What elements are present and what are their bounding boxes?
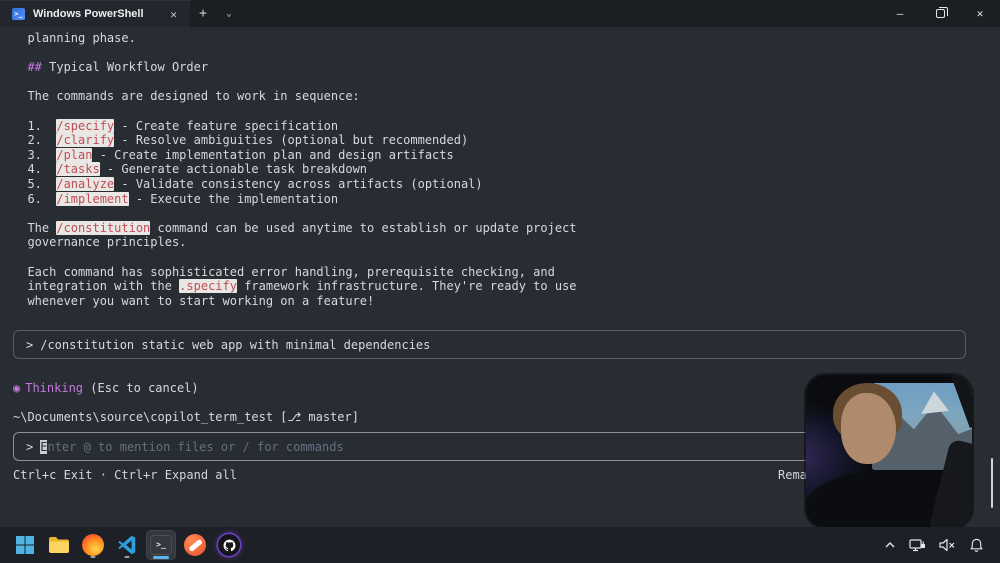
orange-app-button[interactable]	[180, 530, 210, 560]
taskbar: >_	[0, 527, 1000, 563]
terminal-line: 3. /plan - Create implementation plan an…	[13, 148, 577, 163]
scrollbar-thumb[interactable]	[991, 458, 993, 508]
title-bar: >_ Windows PowerShell ✕ + ⌄ — ✕	[0, 0, 1000, 27]
spinner-icon: ◉	[13, 381, 20, 395]
git-branch-label: [⎇ master]	[280, 410, 359, 424]
restore-icon	[936, 9, 945, 18]
github-icon	[218, 534, 240, 556]
terminal-line: The commands are designed to work in seq…	[13, 89, 577, 104]
directory-path: ~\Documents\source\copilot_term_test	[13, 410, 273, 424]
terminal-line: 2. /clarify - Resolve ambiguities (optio…	[13, 133, 577, 148]
terminal-line: governance principles.	[13, 235, 577, 250]
working-directory: ~\Documents\source\copilot_term_test [⎇ m…	[13, 410, 359, 424]
shortcut-hints: Ctrl+c Exit · Ctrl+r Expand all	[13, 468, 237, 482]
folder-icon	[48, 535, 70, 555]
thinking-hint: (Esc to cancel)	[90, 381, 198, 395]
github-desktop-button[interactable]	[214, 530, 244, 560]
powershell-icon: >_	[12, 8, 25, 20]
terminal-line: 5. /analyze - Validate consistency acros…	[13, 177, 577, 192]
firefox-icon	[82, 534, 104, 556]
submitted-command-box: > /constitution static web app with mini…	[13, 330, 966, 359]
slash-mark	[188, 539, 202, 552]
person-face	[841, 393, 896, 463]
firefox-button[interactable]	[78, 530, 108, 560]
file-explorer-button[interactable]	[44, 530, 74, 560]
terminal-line: 1. /specify - Create feature specificati…	[13, 119, 577, 134]
system-tray	[884, 538, 1000, 553]
tab-dropdown-icon[interactable]: ⌄	[216, 0, 242, 27]
snow-cap	[921, 391, 949, 414]
terminal-line: 6. /implement - Execute the implementati…	[13, 192, 577, 207]
restore-button[interactable]	[920, 0, 960, 27]
terminal-line: 4. /tasks - Generate actionable task bre…	[13, 162, 577, 177]
terminal-line	[13, 46, 577, 61]
network-icon[interactable]	[909, 538, 926, 553]
new-tab-button[interactable]: +	[190, 0, 216, 27]
terminal-line: The /constitution command can be used an…	[13, 221, 577, 236]
submitted-command-text: /constitution static web app with minima…	[40, 338, 430, 352]
terminal-line	[13, 250, 577, 265]
tab-windows-powershell[interactable]: >_ Windows PowerShell ✕	[0, 0, 190, 27]
prompt-caret: >	[26, 338, 33, 352]
vscode-icon	[116, 534, 138, 556]
tab-title: Windows PowerShell	[33, 8, 157, 20]
thinking-status: ◉ Thinking (Esc to cancel)	[13, 381, 199, 395]
orange-app-icon	[184, 534, 206, 556]
windows-terminal-button[interactable]: >_	[146, 530, 176, 560]
taskbar-icons: >_	[0, 530, 244, 560]
terminal-line: ## Typical Workflow Order	[13, 60, 577, 75]
terminal-line	[13, 206, 577, 221]
terminal-line: whenever you want to start working on a …	[13, 294, 577, 309]
terminal-line: planning phase.	[13, 31, 577, 46]
status-right-text: Rema	[778, 468, 807, 482]
hidden-icons-chevron[interactable]	[884, 539, 896, 551]
terminal-line	[13, 75, 577, 90]
person-body	[806, 473, 949, 528]
terminal-line: Each command has sophisticated error han…	[13, 265, 577, 280]
running-indicator	[91, 556, 96, 559]
thinking-label: Thinking	[25, 381, 83, 395]
input-placeholder: nter @ to mention files or / for command…	[47, 440, 343, 454]
active-window-indicator	[153, 556, 169, 559]
tab-close-icon[interactable]: ✕	[165, 6, 182, 23]
volume-muted-icon[interactable]	[939, 538, 956, 552]
terminal-icon: >_	[150, 535, 172, 555]
input-prompt-caret: >	[26, 440, 33, 454]
terminal-output: planning phase. ## Typical Workflow Orde…	[13, 31, 577, 308]
windows-logo-icon	[15, 535, 35, 555]
terminal-line	[13, 104, 577, 119]
close-button[interactable]: ✕	[960, 0, 1000, 27]
vscode-button[interactable]	[112, 530, 142, 560]
running-indicator	[125, 556, 130, 559]
notification-bell-icon[interactable]	[969, 538, 984, 553]
minimize-button[interactable]: —	[880, 0, 920, 27]
start-button[interactable]	[10, 530, 40, 560]
text-cursor: E	[40, 440, 47, 454]
terminal-line: integration with the .specify framework …	[13, 279, 577, 294]
window-controls: — ✕	[880, 0, 1000, 27]
webcam-overlay	[806, 375, 972, 528]
